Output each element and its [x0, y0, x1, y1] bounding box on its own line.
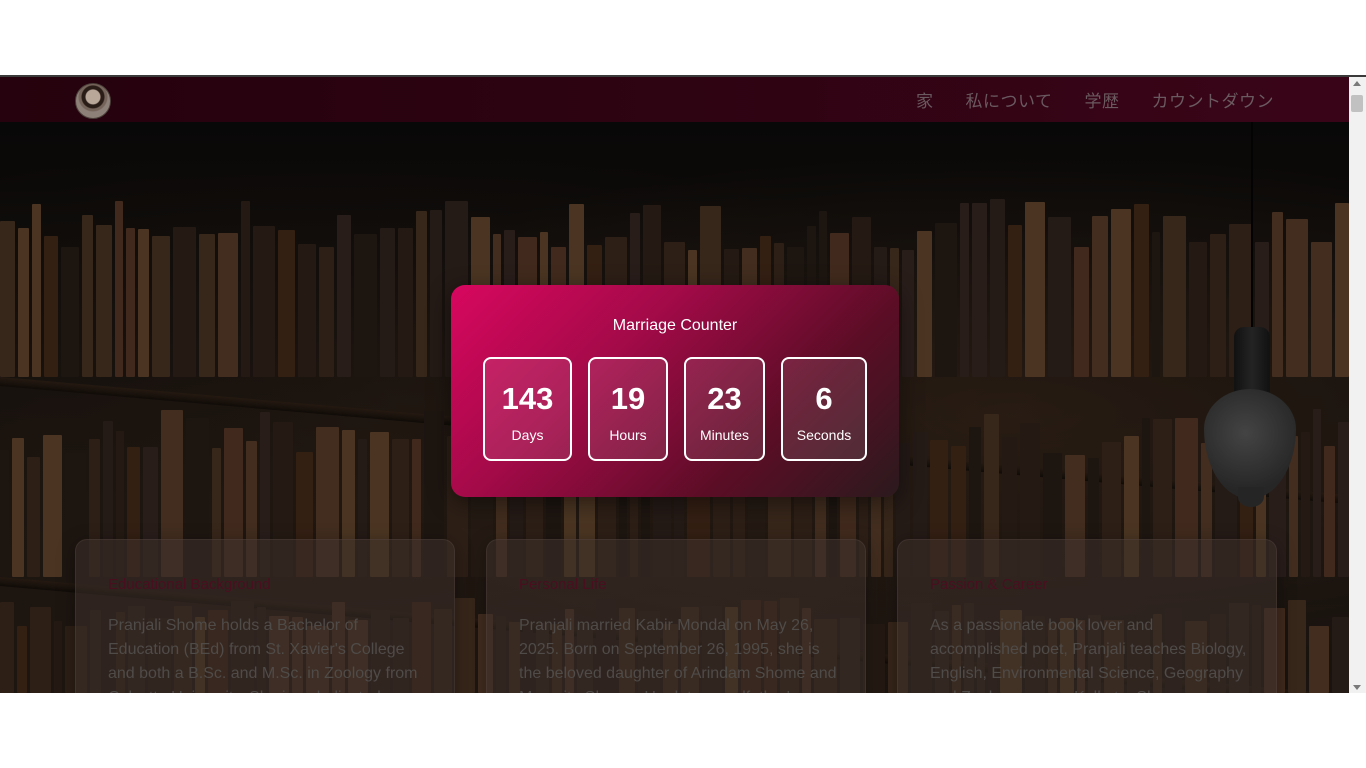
counter-value: 143	[501, 381, 554, 416]
card-text: Pranjali Shome holds a Bachelor of Educa…	[108, 617, 418, 693]
vertical-scrollbar[interactable]	[1349, 77, 1366, 693]
card-title: Passion & Career	[930, 576, 1048, 593]
card-text: Pranjali married Kabir Mondal on May 26,…	[519, 617, 837, 693]
card-title: Personal Life	[519, 576, 607, 593]
scroll-thumb[interactable]	[1351, 95, 1363, 112]
counter-days: 143 Days	[483, 357, 572, 461]
nav-link-countdown[interactable]: カウントダウン	[1152, 87, 1275, 112]
counter-value: 19	[610, 381, 646, 416]
marriage-counter-card: Marriage Counter 143 Days 19 Hours 23 Mi…	[451, 285, 899, 497]
counter-label: Days	[511, 427, 544, 443]
counter-label: Minutes	[699, 427, 750, 443]
navbar: 家 私について 学歴 カウントダウン	[0, 77, 1349, 122]
scroll-down-arrow-icon[interactable]	[1353, 685, 1361, 690]
counter-title: Marriage Counter	[612, 317, 738, 334]
card-passion-career: Passion & Career As a passionate book lo…	[897, 539, 1277, 693]
nav-link-about[interactable]: 私について	[966, 87, 1053, 112]
card-education: Educational Background Pranjali Shome ho…	[75, 539, 455, 693]
counter-value: 6	[815, 381, 833, 416]
counter-hours: 19 Hours	[588, 357, 668, 461]
card-personal-life: Personal Life Pranjali married Kabir Mon…	[486, 539, 866, 693]
nav-link-home[interactable]: 家	[916, 87, 934, 112]
counter-value: 23	[707, 381, 742, 416]
counter-minutes: 23 Minutes	[684, 357, 765, 461]
nav-link-education[interactable]: 学歴	[1085, 87, 1120, 112]
avatar[interactable]	[75, 83, 111, 119]
counter-seconds: 6 Seconds	[781, 357, 867, 461]
counter-label: Seconds	[796, 427, 852, 443]
scroll-up-arrow-icon[interactable]	[1353, 81, 1361, 86]
counter-label: Hours	[609, 427, 647, 443]
page-viewport: 家 私について 学歴 カウントダウン Marriage Counter 143 …	[0, 77, 1349, 693]
nav-links: 家 私について 学歴 カウントダウン	[916, 77, 1274, 122]
card-text: As a passionate book lover and accomplis…	[930, 617, 1247, 693]
card-title: Educational Background	[108, 576, 271, 593]
